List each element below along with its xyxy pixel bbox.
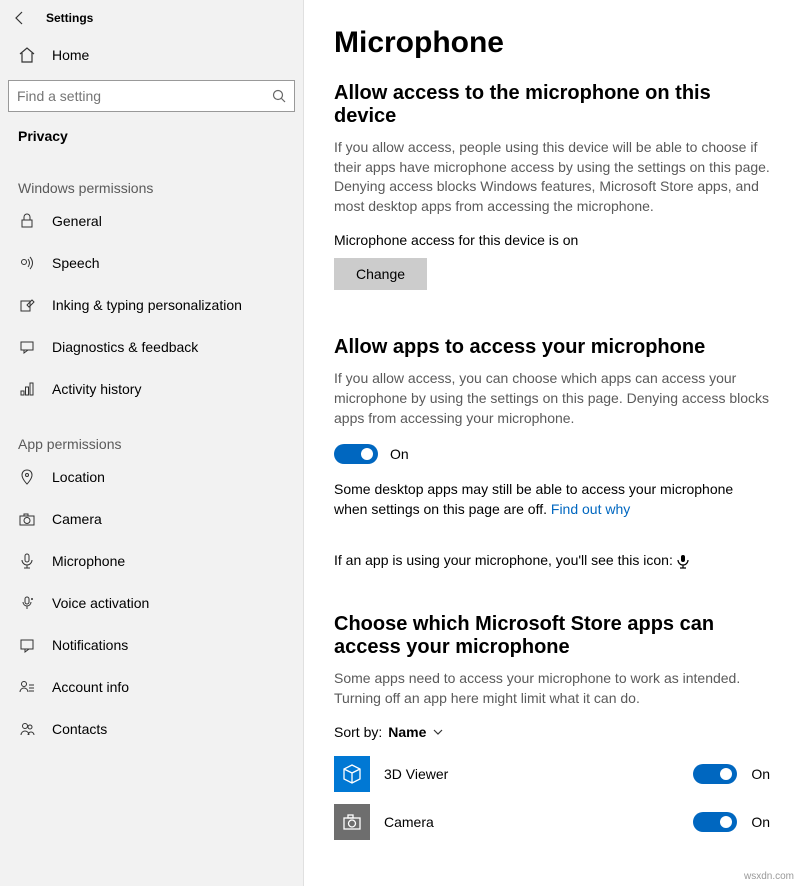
nav-home[interactable]: Home: [0, 36, 303, 74]
notifications-icon: [18, 636, 36, 654]
sidebar-item-label: Camera: [52, 511, 102, 527]
sidebar-item-diagnostics[interactable]: Diagnostics & feedback: [0, 326, 303, 368]
section3-heading: Choose which Microsoft Store apps can ac…: [334, 613, 770, 659]
sidebar: Settings Home Privacy Windows permission…: [0, 0, 304, 886]
nav-home-label: Home: [52, 47, 89, 63]
app-row-camera: Camera On: [334, 798, 770, 846]
find-out-why-link[interactable]: Find out why: [551, 501, 630, 517]
app-title: Settings: [46, 11, 93, 25]
header-bar: Settings: [0, 0, 303, 36]
section2-desc: If you allow access, you can choose whic…: [334, 369, 770, 428]
sidebar-item-location[interactable]: Location: [0, 456, 303, 498]
chevron-down-icon: [432, 726, 444, 738]
search-input[interactable]: [17, 88, 272, 104]
page-title: Microphone: [334, 26, 770, 60]
home-icon: [18, 46, 36, 64]
inking-icon: [18, 296, 36, 314]
search-input-wrap[interactable]: [8, 80, 295, 112]
sidebar-item-contacts[interactable]: Contacts: [0, 708, 303, 750]
watermark: wsxdn.com: [744, 871, 794, 882]
group-app-label: App permissions: [0, 410, 303, 456]
apps-access-toggle[interactable]: [334, 444, 378, 464]
change-button[interactable]: Change: [334, 258, 427, 290]
sidebar-item-label: Speech: [52, 255, 99, 271]
sort-label: Sort by:: [334, 724, 382, 740]
sidebar-item-general[interactable]: General: [0, 200, 303, 242]
account-icon: [18, 678, 36, 696]
sidebar-item-label: Location: [52, 469, 105, 485]
group-windows-label: Windows permissions: [0, 154, 303, 200]
icon-note: If an app is using your microphone, you'…: [334, 551, 770, 571]
sidebar-item-label: Notifications: [52, 637, 128, 653]
microphone-indicator-icon: [677, 555, 689, 569]
app-toggle-state: On: [751, 766, 770, 782]
sidebar-item-label: Voice activation: [52, 595, 149, 611]
camera-icon: [18, 510, 36, 528]
speech-icon: [18, 254, 36, 272]
sidebar-item-voice[interactable]: Voice activation: [0, 582, 303, 624]
sidebar-item-label: Activity history: [52, 381, 141, 397]
app-toggle-camera[interactable]: [693, 812, 737, 832]
sidebar-item-speech[interactable]: Speech: [0, 242, 303, 284]
app-toggle-state: On: [751, 814, 770, 830]
desktop-note: Some desktop apps may still be able to a…: [334, 480, 770, 519]
section3-desc: Some apps need to access your microphone…: [334, 669, 770, 708]
sort-value: Name: [388, 724, 426, 740]
sidebar-item-inking[interactable]: Inking & typing personalization: [0, 284, 303, 326]
sidebar-item-activity[interactable]: Activity history: [0, 368, 303, 410]
sidebar-item-camera[interactable]: Camera: [0, 498, 303, 540]
app-icon-camera: [334, 804, 370, 840]
app-row-3dviewer: 3D Viewer On: [334, 750, 770, 798]
main-content: Microphone Allow access to the microphon…: [304, 0, 800, 886]
section1-desc: If you allow access, people using this d…: [334, 138, 770, 216]
section2-heading: Allow apps to access your microphone: [334, 336, 770, 359]
microphone-icon: [18, 552, 36, 570]
feedback-icon: [18, 338, 36, 356]
sidebar-item-label: Account info: [52, 679, 129, 695]
sidebar-item-label: Microphone: [52, 553, 125, 569]
app-name: Camera: [384, 814, 679, 830]
voice-icon: [18, 594, 36, 612]
sidebar-item-account[interactable]: Account info: [0, 666, 303, 708]
section1-heading: Allow access to the microphone on this d…: [334, 82, 770, 128]
sidebar-item-label: General: [52, 213, 102, 229]
app-toggle-3dviewer[interactable]: [693, 764, 737, 784]
activity-icon: [18, 380, 36, 398]
back-icon[interactable]: [12, 10, 28, 26]
search-container: [0, 74, 303, 118]
sidebar-item-label: Inking & typing personalization: [52, 297, 242, 313]
sidebar-item-notifications[interactable]: Notifications: [0, 624, 303, 666]
location-icon: [18, 468, 36, 486]
lock-icon: [18, 212, 36, 230]
apps-access-state: On: [390, 446, 409, 462]
sort-control[interactable]: Sort by: Name: [334, 724, 770, 740]
sidebar-item-label: Diagnostics & feedback: [52, 339, 198, 355]
device-access-status: Microphone access for this device is on: [334, 232, 770, 248]
app-name: 3D Viewer: [384, 766, 679, 782]
contacts-icon: [18, 720, 36, 738]
sidebar-item-microphone[interactable]: Microphone: [0, 540, 303, 582]
sidebar-item-label: Contacts: [52, 721, 107, 737]
category-label: Privacy: [0, 118, 303, 154]
app-icon-3dviewer: [334, 756, 370, 792]
search-icon: [272, 89, 286, 103]
